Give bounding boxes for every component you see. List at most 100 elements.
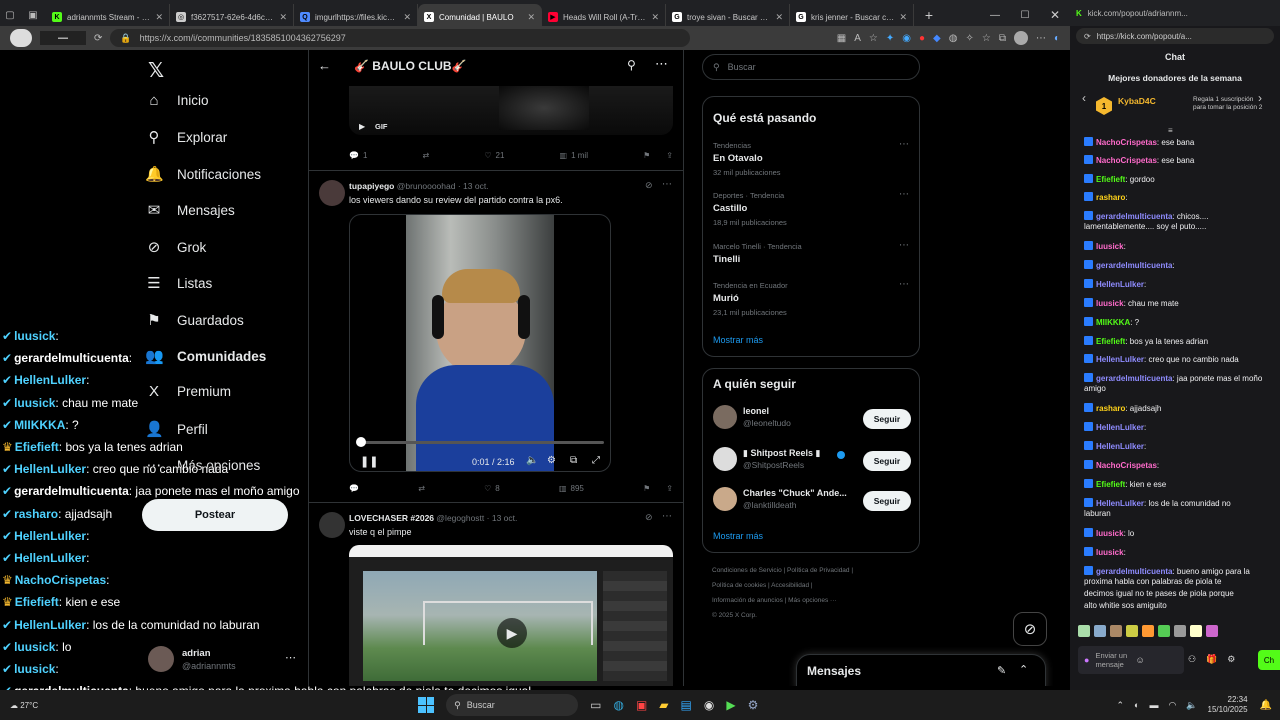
refresh-icon[interactable]: ⟳ [94, 33, 102, 44]
trend-more-icon[interactable]: ⋯ [899, 240, 909, 251]
gift-icon[interactable]: 🎁 [1206, 654, 1217, 665]
tweet-avatar[interactable] [319, 512, 345, 538]
footer-links[interactable]: © 2025 X Corp. [712, 612, 757, 619]
trend-name[interactable]: Castillo [713, 203, 747, 214]
trend-name[interactable]: Tinelli [713, 254, 740, 265]
tweet-date[interactable]: · 13 oct. [458, 181, 489, 191]
reply-button[interactable]: 💬 [349, 484, 359, 493]
kick-send-button[interactable]: Ch [1258, 650, 1280, 670]
tray-icon[interactable]: ◐ [1134, 700, 1139, 711]
kick-username[interactable]: gerardelmulticuenta [1096, 567, 1172, 576]
follow-name[interactable]: leonel [743, 406, 769, 416]
kick-username[interactable]: Efiefieft [1096, 337, 1125, 346]
grok-icon[interactable]: ⊘ [645, 512, 653, 523]
emote-icon[interactable] [1094, 625, 1106, 637]
repost-button[interactable]: ⇄ [423, 151, 430, 160]
post-button[interactable]: Postear [142, 499, 288, 531]
clock[interactable]: 22:34 15/10/2025 [1208, 695, 1248, 715]
follow-avatar[interactable] [713, 487, 737, 511]
kick-username[interactable]: NachoCrispetas [1096, 461, 1157, 470]
kick-username[interactable]: gerardelmulticuenta [1096, 374, 1172, 383]
tweet-author-handle[interactable]: @brunoooohad [397, 181, 456, 191]
tray-chevron-icon[interactable]: ⌃ [1116, 700, 1124, 711]
edge-icon[interactable]: ◍ [613, 698, 623, 712]
tray-icon[interactable]: ▬ [1149, 700, 1158, 711]
tweet-date[interactable]: · 13 oct. [487, 513, 518, 523]
maximize-button[interactable]: ☐ [1010, 10, 1040, 21]
nav-notifications[interactable]: 🔔 Notificaciones [145, 165, 261, 183]
start-button[interactable] [418, 697, 435, 713]
extension-icon-3[interactable]: ● [919, 33, 925, 44]
kick-username[interactable]: Efiefieft [1096, 175, 1125, 184]
bookmark-button[interactable]: ⚑ ⇪ [643, 484, 673, 493]
share-icon[interactable]: ⇪ [666, 151, 673, 160]
kick-prev-arrow-icon[interactable]: ‹ [1082, 91, 1086, 105]
url-field[interactable]: 🔒 https://x.com/i/communities/1835851004… [110, 29, 691, 47]
follow-button[interactable]: Seguir [863, 409, 911, 429]
tweet-video-preview[interactable]: ▶ [349, 545, 673, 686]
kick-username[interactable]: NachoCrispetas [1096, 138, 1157, 147]
task-view-icon[interactable]: ▭ [590, 698, 601, 712]
tweet-author-name[interactable]: LOVECHASER #2026 [349, 513, 434, 523]
minimize-button[interactable]: — [980, 10, 1010, 21]
emote-icon[interactable] [1110, 625, 1122, 637]
settings-icon[interactable]: ⚙ [547, 455, 556, 466]
favorites-icon[interactable]: ☆ [982, 33, 991, 44]
footer-links[interactable]: Información de anuncios | Más opciones ·… [712, 597, 837, 604]
footer-links[interactable]: Política de cookies | Accesibilidad | [712, 582, 813, 589]
follow-avatar[interactable] [713, 447, 737, 471]
kick-username[interactable]: MIIKKKA [1096, 318, 1130, 327]
nav-home[interactable]: ⌂ Inicio [145, 92, 208, 109]
star-icon[interactable]: ☆ [869, 33, 878, 44]
tweet-more-icon[interactable]: ⋯ [662, 179, 672, 190]
trend-name[interactable]: En Otavalo [713, 153, 763, 164]
grid-icon[interactable]: ▦ [837, 33, 846, 44]
trend-more-icon[interactable]: ⋯ [899, 189, 909, 200]
kick-pinned-icon[interactable]: ≡ [1168, 126, 1173, 135]
search-box[interactable]: ⚲ Buscar [702, 54, 920, 80]
kick-username[interactable]: luusick [1096, 299, 1124, 308]
nav-premium[interactable]: X Premium [145, 383, 231, 400]
fullscreen-icon[interactable]: ⤢ [592, 455, 600, 466]
kick-chat-input[interactable]: ● Enviar un mensaje ☺ [1078, 646, 1184, 674]
gif-play-icon[interactable]: ▶ [359, 122, 365, 131]
extension-icon-4[interactable]: ◆ [933, 33, 941, 44]
kick-username[interactable]: luusick [1096, 529, 1124, 538]
views-button[interactable]: ▥ 895 [559, 484, 584, 493]
kick-url-bar[interactable]: ⟳ https://kick.com/popout/a... [1076, 28, 1274, 44]
extension-icon-2[interactable]: ◉ [902, 33, 911, 44]
new-message-icon[interactable]: ✎ [997, 664, 1006, 677]
notifications-icon[interactable]: 🔔 [1260, 700, 1272, 711]
back-arrow-icon[interactable]: ← [318, 58, 331, 73]
extension-icon[interactable]: ✦ [886, 33, 894, 44]
follow-button[interactable]: Seguir [863, 451, 911, 471]
follow-button[interactable]: Seguir [863, 491, 911, 511]
nav-profile[interactable]: 👤 Perfil [145, 420, 208, 438]
kick-settings-icon[interactable]: ⚙ [1227, 654, 1235, 665]
tweet-author-name[interactable]: tupapiyego [349, 181, 394, 191]
nav-lists[interactable]: ☰ Listas [145, 274, 212, 292]
trend-name[interactable]: Murió [713, 293, 739, 304]
copilot-icon[interactable]: ◐ [1054, 33, 1060, 44]
tab-close-icon[interactable]: ✕ [775, 12, 783, 23]
trends-show-more[interactable]: Mostrar más [713, 335, 763, 345]
tweet-more-icon[interactable]: ⋯ [662, 511, 672, 522]
x-logo-icon[interactable]: 𝕏 [148, 58, 164, 83]
trend-more-icon[interactable]: ⋯ [899, 279, 909, 290]
search-icon[interactable]: ⚲ [627, 58, 636, 72]
weather-widget[interactable]: ☁ 27°C [0, 701, 60, 710]
kick-username[interactable]: HellenLulker [1096, 355, 1144, 364]
kick-username[interactable]: luusick [1096, 242, 1124, 251]
users-icon[interactable]: ⚇ [1188, 654, 1196, 665]
read-aloud-icon[interactable]: A [854, 33, 861, 44]
file-explorer-icon[interactable]: ▰ [659, 698, 668, 712]
share-icon[interactable]: ⇪ [666, 484, 673, 493]
bookmark-button[interactable]: ⚑ ⇪ [643, 151, 673, 160]
video-scrubber[interactable] [356, 437, 366, 447]
follow-show-more[interactable]: Mostrar más [713, 531, 763, 541]
follow-avatar[interactable] [713, 405, 737, 429]
more-icon[interactable]: ⋯ [1036, 33, 1046, 44]
close-window-button[interactable]: ✕ [1040, 8, 1070, 22]
wifi-icon[interactable]: ◠ [1168, 700, 1176, 711]
emote-icon[interactable] [1126, 625, 1138, 637]
